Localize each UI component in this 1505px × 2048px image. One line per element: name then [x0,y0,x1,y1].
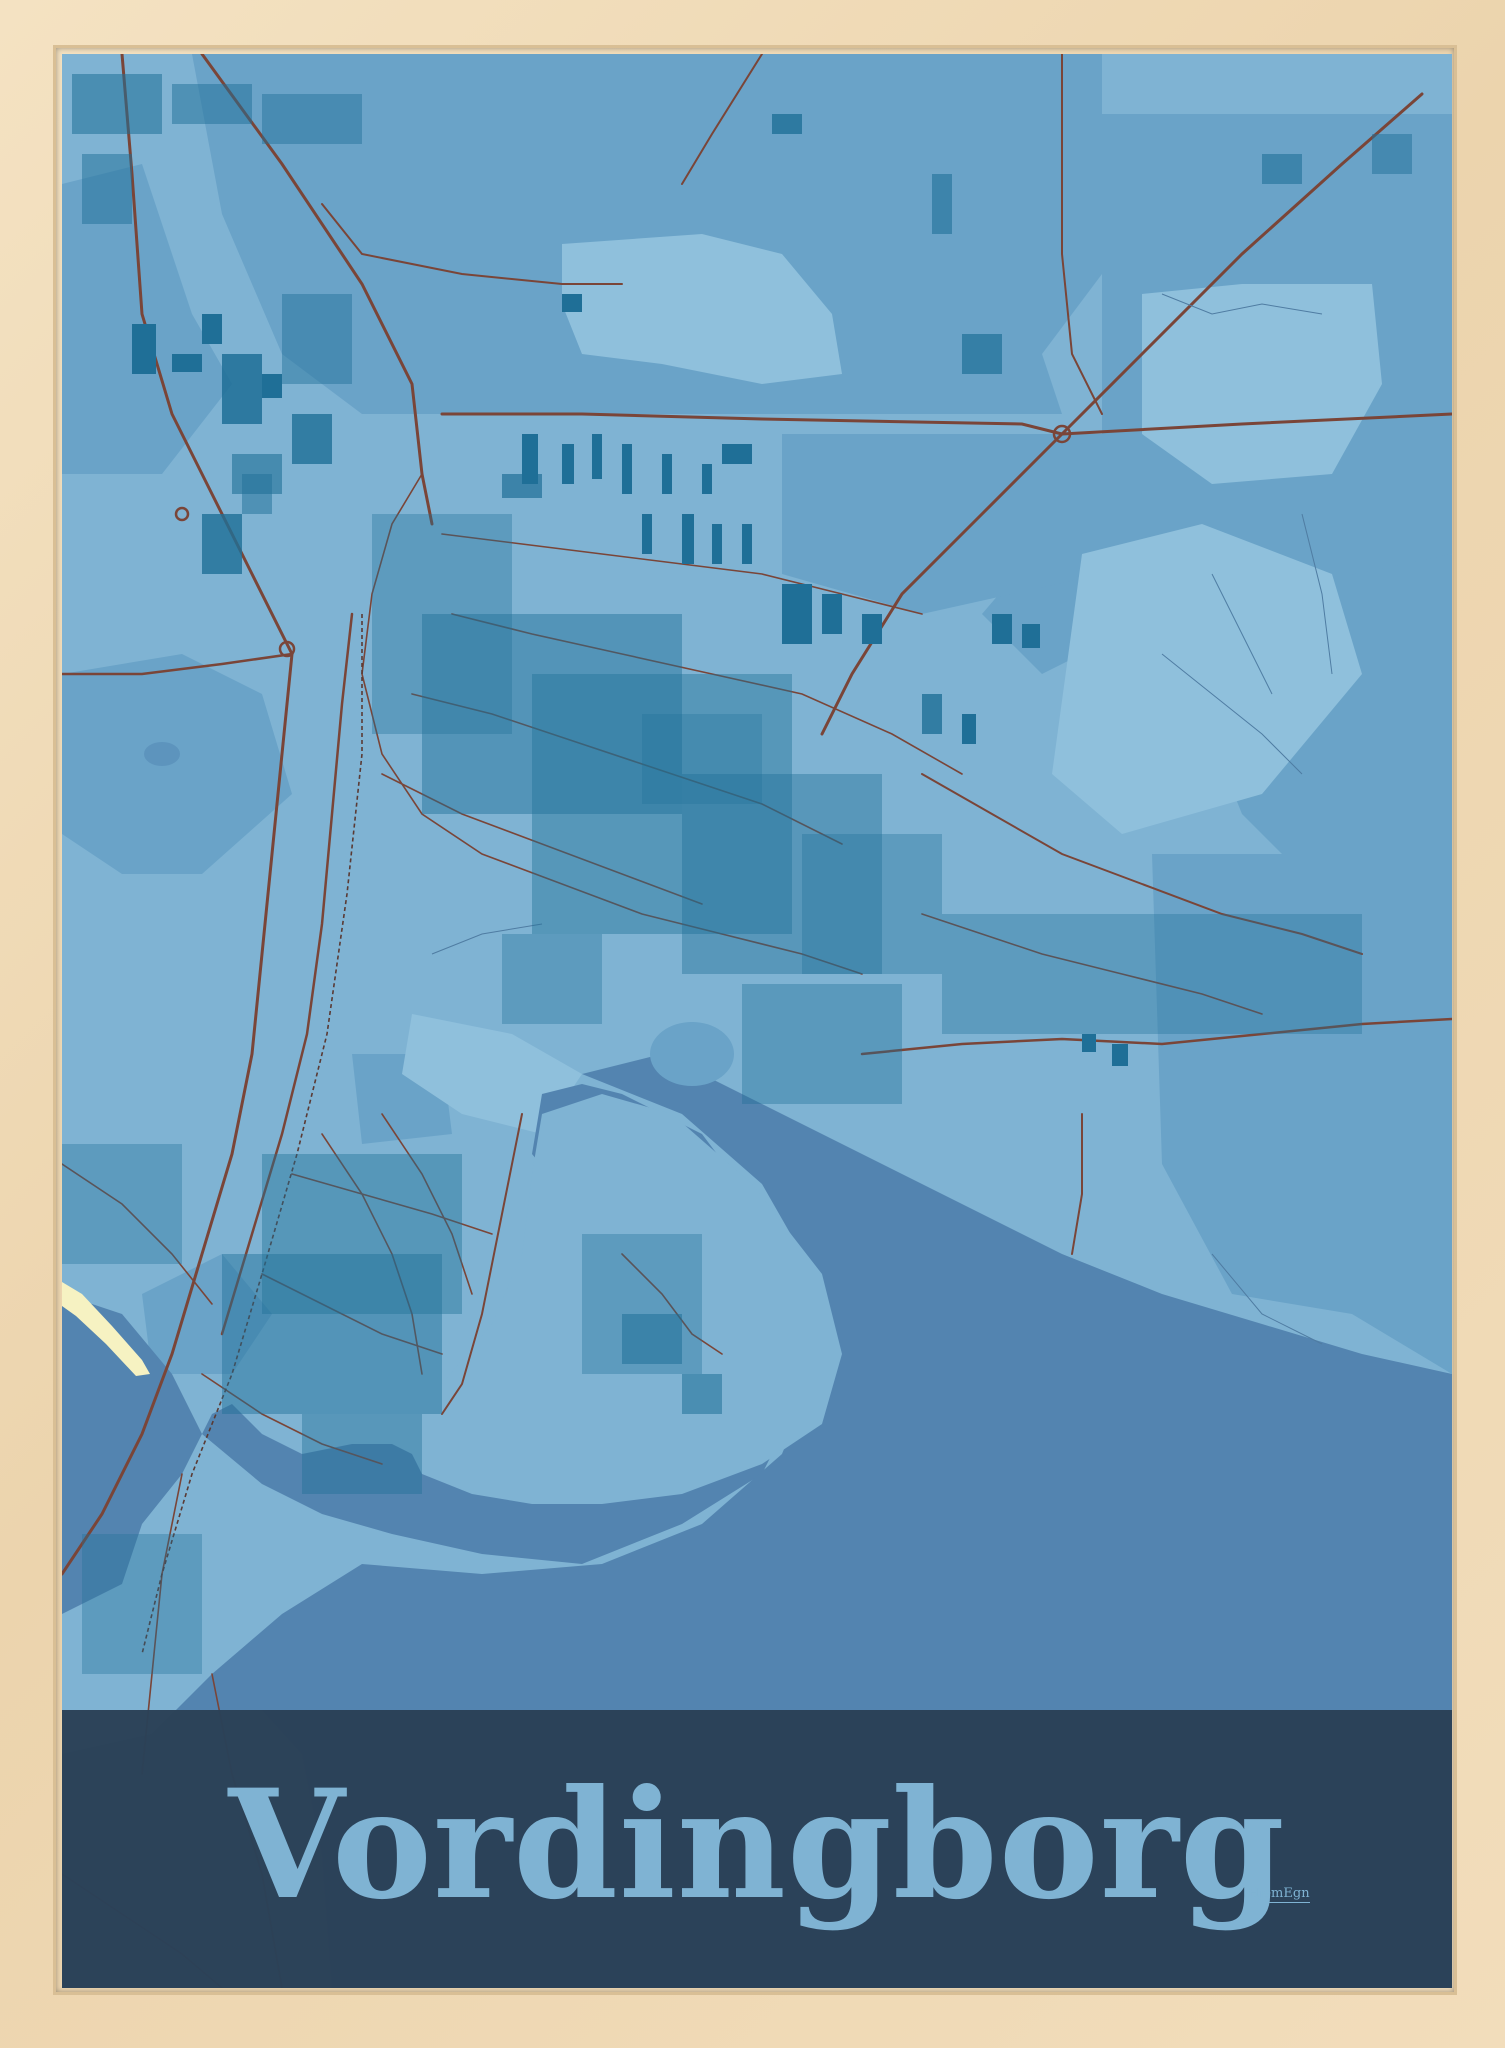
pond [144,742,180,766]
map-poster: Vordingborg HjemEgn [62,54,1452,1988]
city-map [62,54,1452,1988]
poster-title: Vordingborg [62,1710,1452,1988]
lake [650,1022,734,1086]
poster-title-text: Vordingborg [228,1757,1286,1933]
brand-logo-icon: HjemEgn [1248,1886,1310,1903]
brand-text: HjemEgn [1248,1886,1310,1901]
